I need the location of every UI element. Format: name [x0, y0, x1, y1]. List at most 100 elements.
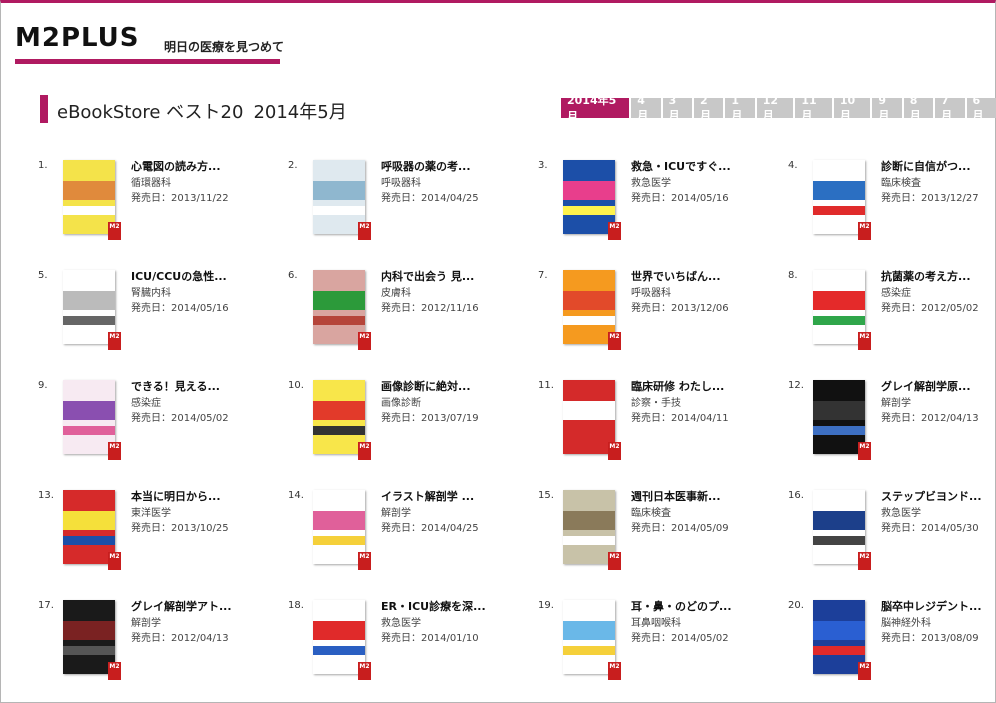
month-tab[interactable]: 6月: [966, 94, 996, 122]
cover-band: [63, 510, 115, 530]
book-title-link[interactable]: 抗菌薬の考え方...: [881, 268, 996, 284]
book-item[interactable]: 2. M2 呼吸器の薬の考... 呼吸器科 発売日：2014/04/25: [288, 160, 518, 250]
book-category: 感染症: [881, 288, 911, 299]
book-rank: 16.: [788, 490, 804, 501]
book-release-date: 発売日：2013/08/09: [881, 633, 979, 644]
book-title-link[interactable]: 診断に自信がつ...: [881, 158, 996, 174]
book-release-date: 発売日：2014/05/30: [881, 523, 979, 534]
book-item[interactable]: 14. M2 イラスト解剖学 ... 解剖学 発売日：2014/04/25: [288, 490, 518, 580]
book-category: 解剖学: [381, 508, 411, 519]
book-title-link[interactable]: 救急・ICUですぐ...: [631, 158, 771, 174]
cover-band: [63, 645, 115, 655]
book-item[interactable]: 20. M2 脳卒中レジデント... 脳神経外科 発売日：2013/08/09: [788, 600, 996, 690]
cover-band: [563, 400, 615, 420]
cover-band: [313, 205, 365, 215]
m2plus-badge-icon: M2: [358, 552, 371, 570]
book-rank: 17.: [38, 600, 54, 611]
book-title-link[interactable]: グレイ解剖学原...: [881, 378, 996, 394]
m2plus-badge-icon: M2: [608, 442, 621, 460]
book-title-link[interactable]: 本当に明日から...: [131, 488, 271, 504]
cover-band: [563, 645, 615, 655]
book-category: 呼吸器科: [631, 288, 671, 299]
book-item[interactable]: 9. M2 できる！見える... 感染症 発売日：2014/05/02: [38, 380, 268, 470]
book-release-date: 発売日：2014/05/02: [631, 633, 729, 644]
book-title-link[interactable]: イラスト解剖学 ...: [381, 488, 521, 504]
book-item[interactable]: 16. M2 ステップビヨンド... 救急医学 発売日：2014/05/30: [788, 490, 996, 580]
book-rank: 3.: [538, 160, 548, 171]
month-tabs: 2014年5月 4月 3月 2月 1月 12月 11月 10月 9月 8月 7月 6月: [561, 94, 996, 123]
book-item[interactable]: 8. M2 抗菌薬の考え方... 感染症 発売日：2012/05/02: [788, 270, 996, 360]
book-category: 救急医学: [631, 178, 671, 189]
cover-band: [313, 645, 365, 655]
month-tab[interactable]: 2月: [694, 94, 724, 122]
month-tab[interactable]: 2014年5月: [561, 94, 630, 123]
book-rank: 11.: [538, 380, 554, 391]
book-title-link[interactable]: ER・ICU診療を深...: [381, 598, 521, 614]
month-tab[interactable]: 3月: [662, 94, 692, 122]
book-title-link[interactable]: グレイ解剖学アト...: [131, 598, 271, 614]
book-release-date: 発売日：2012/04/13: [881, 413, 979, 424]
book-title-link[interactable]: 臨床研修 わたし...: [631, 378, 771, 394]
book-category: 皮膚科: [381, 288, 411, 299]
book-category: 臨床検査: [631, 508, 671, 519]
book-title-link[interactable]: 内科で出会う 見...: [381, 268, 521, 284]
book-title-link[interactable]: 呼吸器の薬の考...: [381, 158, 521, 174]
cover-band: [563, 425, 615, 435]
cover-band: [813, 535, 865, 545]
book-title-link[interactable]: 画像診断に絶対...: [381, 378, 521, 394]
book-title-link[interactable]: できる！見える...: [131, 378, 271, 394]
cover-band: [813, 400, 865, 420]
book-item[interactable]: 4. M2 診断に自信がつ... 臨床検査 発売日：2013/12/27: [788, 160, 996, 250]
book-release-date: 発売日：2013/12/27: [881, 193, 979, 204]
book-category: 腎臓内科: [131, 288, 171, 299]
month-tab[interactable]: 12月: [756, 94, 794, 122]
book-item[interactable]: 19. M2 耳・鼻・のどのプ... 耳鼻咽喉科 発売日：2014/05/02: [538, 600, 768, 690]
book-title-link[interactable]: 耳・鼻・のどのプ...: [631, 598, 771, 614]
book-category: 診察・手技: [631, 398, 681, 409]
book-rank: 20.: [788, 600, 804, 611]
cover-band: [563, 620, 615, 640]
book-item[interactable]: 18. M2 ER・ICU診療を深... 救急医学 発売日：2014/01/10: [288, 600, 518, 690]
book-category: 解剖学: [131, 618, 161, 629]
month-tab[interactable]: 4月: [631, 94, 661, 122]
book-title-link[interactable]: ステップビヨンド...: [881, 488, 996, 504]
book-title-link[interactable]: 脳卒中レジデント...: [881, 598, 996, 614]
book-title-link[interactable]: ICU/CCUの急性...: [131, 268, 271, 284]
m2plus-badge-icon: M2: [608, 222, 621, 240]
book-item[interactable]: 3. M2 救急・ICUですぐ... 救急医学 発売日：2014/05/16: [538, 160, 768, 250]
book-release-date: 発売日：2014/04/25: [381, 523, 479, 534]
cover-band: [313, 315, 365, 325]
book-item[interactable]: 12. M2 グレイ解剖学原... 解剖学 発売日：2012/04/13: [788, 380, 996, 470]
book-title-link[interactable]: 心電図の読み方...: [131, 158, 271, 174]
book-item[interactable]: 13. M2 本当に明日から... 東洋医学 発売日：2013/10/25: [38, 490, 268, 580]
book-rank: 7.: [538, 270, 548, 281]
cover-band: [63, 290, 115, 310]
book-item[interactable]: 10. M2 画像診断に絶対... 画像診断 発売日：2013/07/19: [288, 380, 518, 470]
month-tab[interactable]: 11月: [795, 94, 832, 122]
book-title-link[interactable]: 世界でいちばん...: [631, 268, 771, 284]
m2plus-badge-icon: M2: [608, 332, 621, 350]
book-rank: 12.: [788, 380, 804, 391]
book-title-link[interactable]: 週刊日本医事新...: [631, 488, 771, 504]
cover-band: [813, 205, 865, 215]
cover-band: [63, 620, 115, 640]
book-item[interactable]: 17. M2 グレイ解剖学アト... 解剖学 発売日：2012/04/13: [38, 600, 268, 690]
book-item[interactable]: 6. M2 内科で出会う 見... 皮膚科 発売日：2012/11/16: [288, 270, 518, 360]
book-release-date: 発売日：2014/04/25: [381, 193, 479, 204]
book-item[interactable]: 11. M2 臨床研修 わたし... 診察・手技 発売日：2014/04/11: [538, 380, 768, 470]
book-item[interactable]: 1. M2 心電図の読み方... 循環器科 発売日：2013/11/22: [38, 160, 268, 250]
month-tab[interactable]: 9月: [872, 94, 902, 122]
site-logo[interactable]: M2PLUS: [15, 24, 140, 52]
book-release-date: 発売日：2014/05/16: [131, 303, 229, 314]
m2plus-badge-icon: M2: [358, 662, 371, 680]
month-tab[interactable]: 8月: [903, 94, 934, 122]
month-tab[interactable]: 1月: [725, 94, 755, 122]
month-tab[interactable]: 10月: [833, 94, 871, 122]
book-item[interactable]: 5. M2 ICU/CCUの急性... 腎臓内科 発売日：2014/05/16: [38, 270, 268, 360]
month-tab[interactable]: 7月: [935, 94, 965, 122]
book-item[interactable]: 15. M2 週刊日本医事新... 臨床検査 発売日：2014/05/09: [538, 490, 768, 580]
cover-band: [563, 180, 615, 200]
book-item[interactable]: 7. M2 世界でいちばん... 呼吸器科 発売日：2013/12/06: [538, 270, 768, 360]
cover-band: [563, 535, 615, 545]
cover-band: [63, 180, 115, 200]
